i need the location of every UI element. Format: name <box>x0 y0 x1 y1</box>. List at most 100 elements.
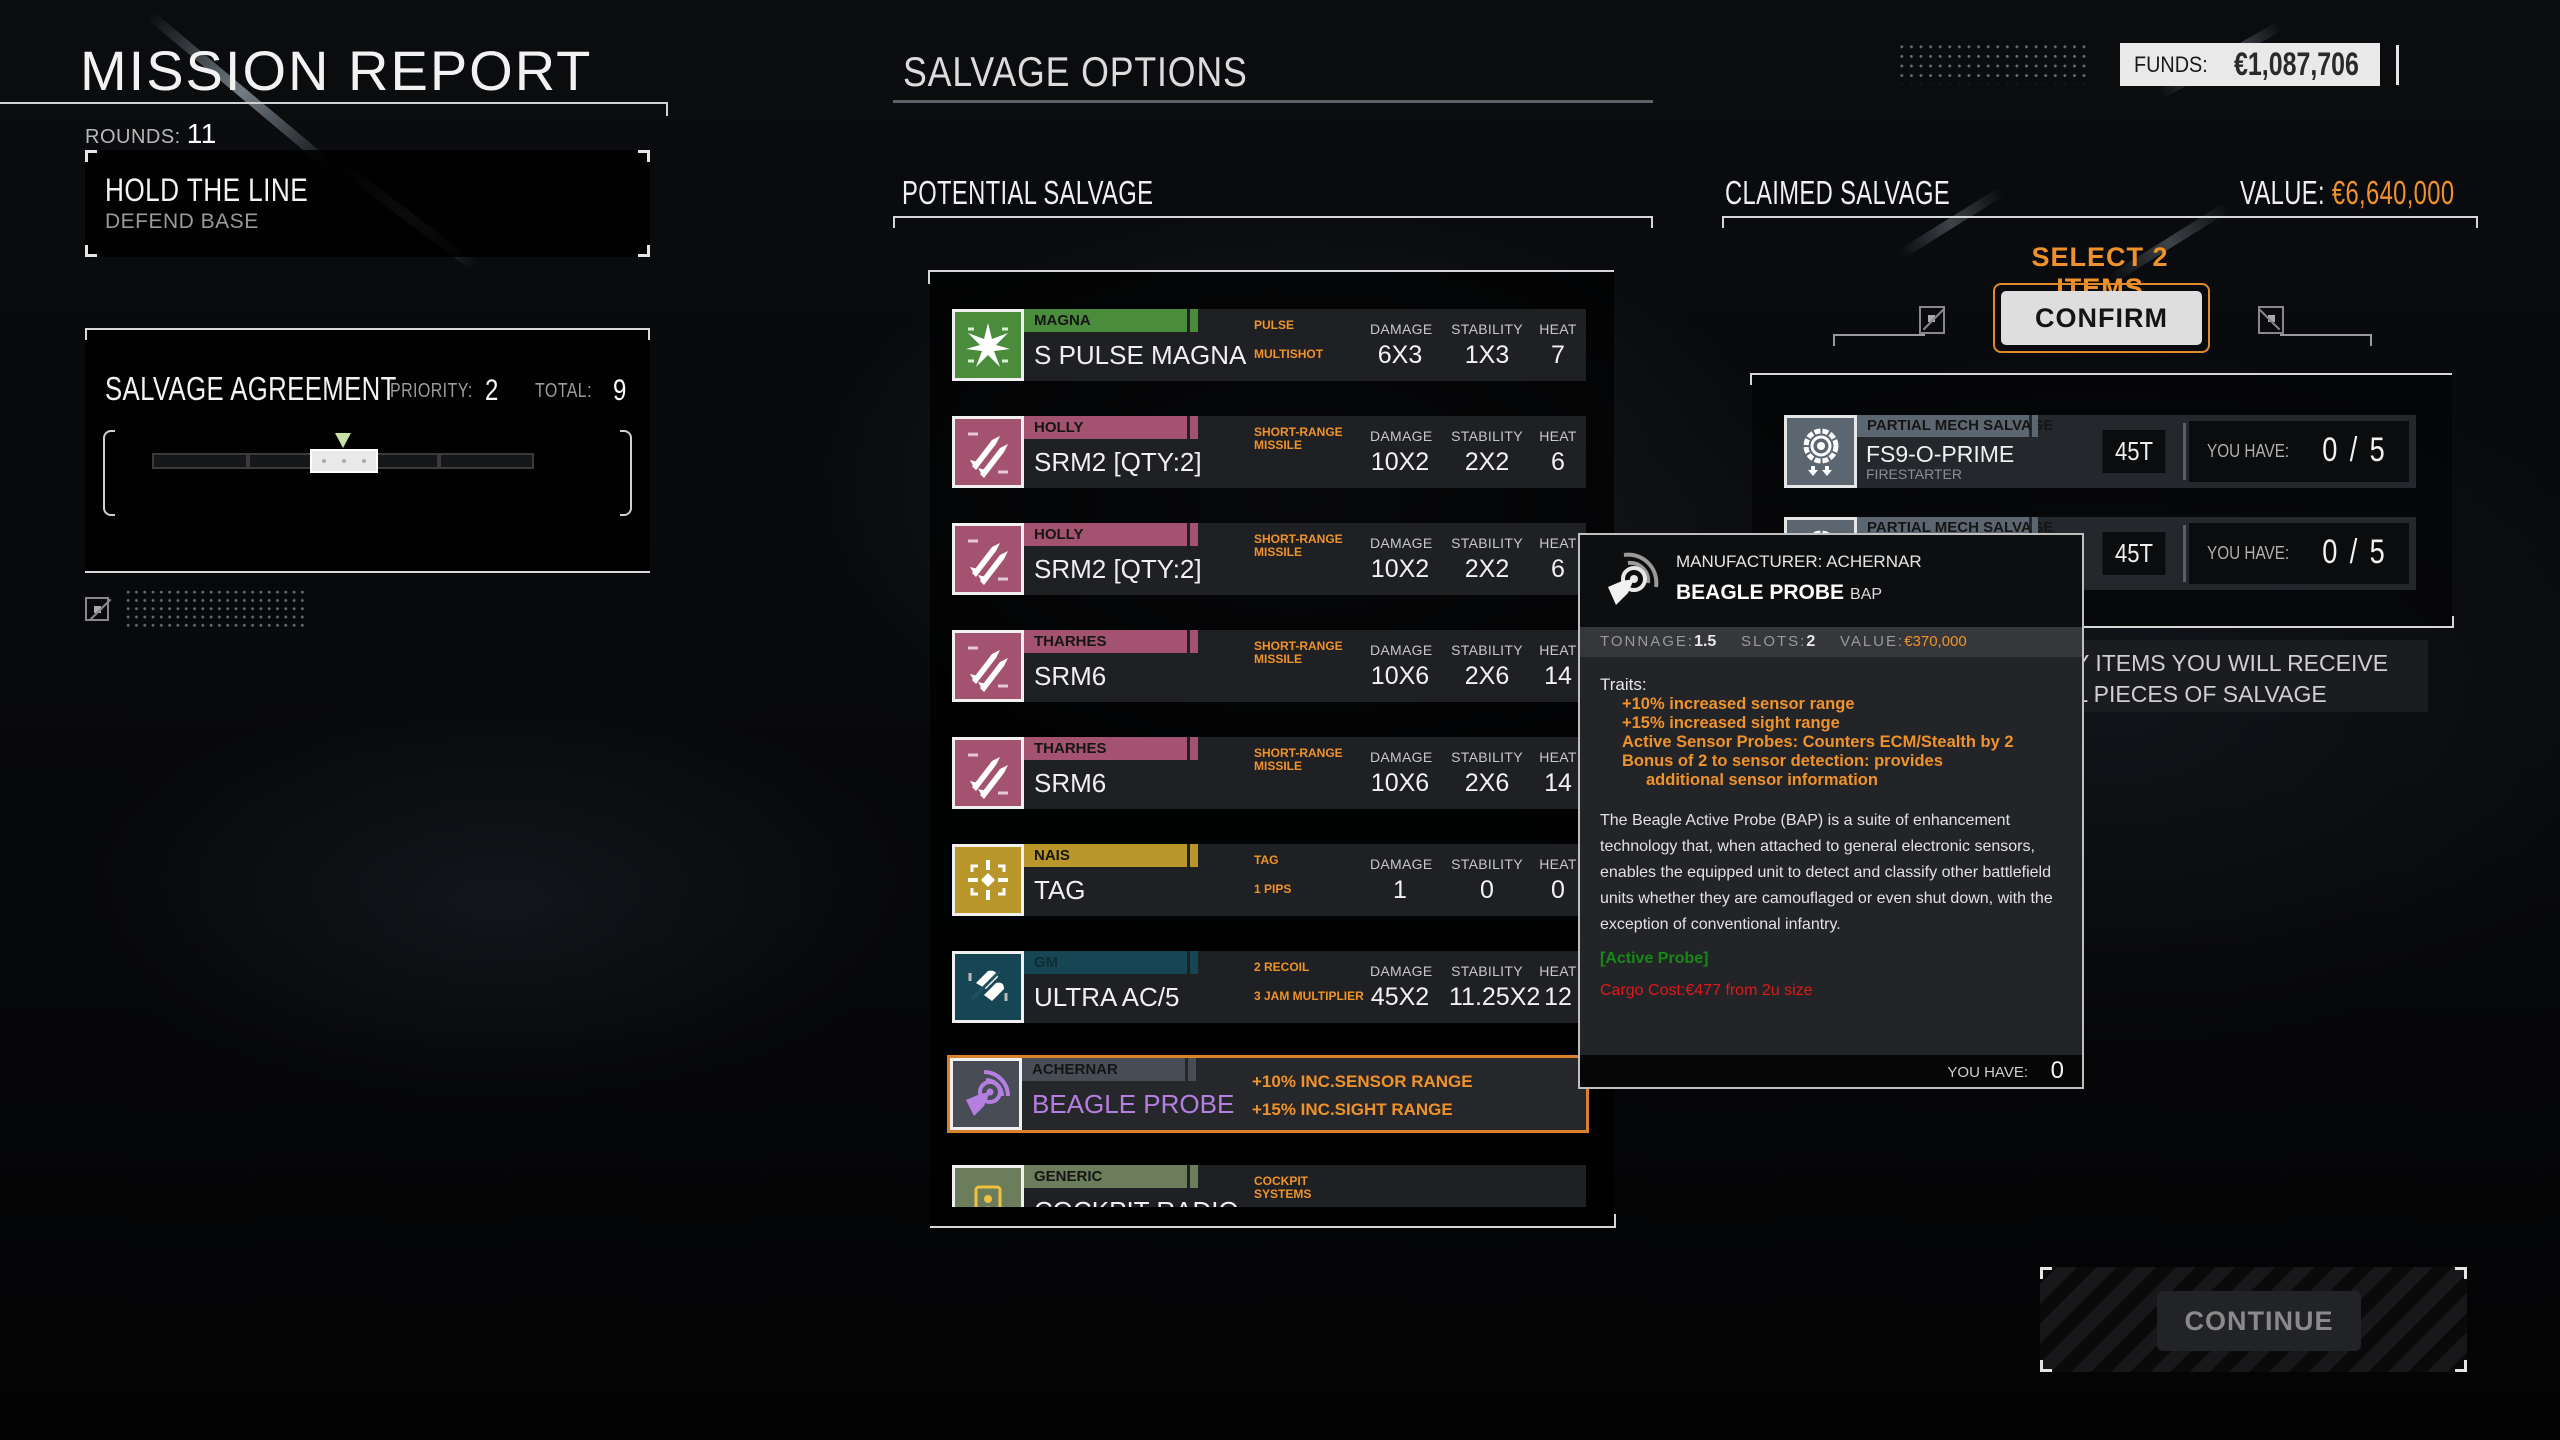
salvage-agreement-title: SALVAGE AGREEMENT <box>105 370 397 407</box>
salvage-item-row[interactable]: THARHES SRM6 SHORT-RANGE MISSILE DAMAGE 10X6… <box>952 630 1586 702</box>
stat-damage: DAMAGE 45X2 <box>1370 963 1433 1011</box>
salvage-item-icon-frame <box>952 630 1024 702</box>
claimed-item-row[interactable]: PARTIAL MECH SALVAGE FS9-O-PRIMEFIRESTART… <box>1784 415 2416 488</box>
salvage-item-manufacturer: HOLLY <box>1024 523 1187 546</box>
missile-icon <box>968 432 1008 478</box>
tooltip-trait: +15% increased sight range <box>1622 714 1840 732</box>
salvage-item-row[interactable]: NAIS TAG TAG 1 PIPS DAMAGE 1 STABILITY 0 HEAT 0 <box>952 844 1586 916</box>
salvage-item-manufacturer: ACHERNAR <box>1022 1058 1185 1081</box>
salvage-item-icon-frame <box>952 737 1024 809</box>
confirm-button-frame: CONFIRM <box>1993 283 2210 353</box>
confirm-side-line-right <box>2280 334 2372 336</box>
salvage-item-tag: TAG <box>1254 853 1279 867</box>
dot-grid-decoration <box>1897 42 2089 84</box>
salvage-item-row[interactable]: THARHES SRM6 SHORT-RANGE MISSILE DAMAGE 10X6… <box>952 737 1586 809</box>
salvage-item-row[interactable]: GENERIC COCKPIT RADIO COCKPIT SYSTEMS <box>952 1165 1586 1207</box>
stat-stability: STABILITY 2X6 <box>1451 749 1523 797</box>
stat-stability: STABILITY 2X2 <box>1451 428 1523 476</box>
potential-salvage-scroll[interactable]: MAGNA S PULSE MAGNA PULSE MULTISHOT DAMAGE 6X… <box>930 272 1614 1207</box>
claimed-item-name: FS9-O-PRIME <box>1866 441 2015 467</box>
continue-button[interactable]: CONTINUE <box>2157 1291 2361 1351</box>
funds-display: FUNDS: €1,087,706 <box>2120 43 2380 86</box>
priority-value: 2 <box>485 374 499 407</box>
stat-damage: DAMAGE 10X6 <box>1370 749 1433 797</box>
active-probe-icon <box>966 1070 1010 1116</box>
tooltip-trait: additional sensor information <box>1646 771 1878 789</box>
salvage-options-divider <box>893 100 1653 103</box>
salvage-item-name: SRM6 <box>1034 661 1107 691</box>
salvage-item-row[interactable]: HOLLY SRM2 [QTY:2] SHORT-RANGE MISSILE DAMA… <box>952 523 1586 595</box>
salvage-item-row[interactable]: MAGNA S PULSE MAGNA PULSE MULTISHOT DAMAGE 6X… <box>952 309 1586 381</box>
salvage-item-trait: +15% INC.SIGHT RANGE <box>1252 1100 1453 1119</box>
potential-salvage-list[interactable]: MAGNA S PULSE MAGNA PULSE MULTISHOT DAMAGE 6X… <box>928 270 1616 1228</box>
corner-decoration-icon <box>85 597 109 621</box>
salvage-info-line-1: TY ITEMS YOU WILL RECEIVE <box>2060 650 2389 676</box>
tooltip-item-name: BEAGLE PROBE <box>1676 581 1845 604</box>
rounds-counter: ROUNDS: 11 <box>85 118 217 150</box>
salvage-item-name: S PULSE MAGNA <box>1034 340 1247 370</box>
salvage-item-row[interactable]: ACHERNAR BEAGLE PROBE +10% INC.SENSOR RANG… <box>947 1055 1589 1133</box>
salvage-item-tag: 3 JAM MULTIPLIER <box>1254 989 1364 1003</box>
salvage-item-manufacturer: THARHES <box>1024 737 1187 760</box>
salvage-item-manufacturer: GENERIC <box>1024 1165 1187 1188</box>
tooltip-manufacturer: ACHERNAR <box>1826 552 1922 571</box>
salvage-options-title: SALVAGE OPTIONS <box>903 48 1248 95</box>
salvage-item-row[interactable]: HOLLY SRM2 [QTY:2] SHORT-RANGE MISSILE DAMA… <box>952 416 1586 488</box>
priority-label: PRIORITY: <box>390 380 473 402</box>
claimed-have-label: YOU HAVE: <box>2207 441 2290 461</box>
salvage-item-tag: COCKPIT SYSTEMS <box>1254 1174 1312 1201</box>
salvage-item-name: TAG <box>1034 875 1086 905</box>
stat-heat: HEAT 6 <box>1539 535 1577 583</box>
salvage-item-name: COCKPIT RADIO <box>1034 1196 1239 1207</box>
autocannon-icon <box>968 969 1008 1001</box>
rounds-value: 11 <box>186 118 217 149</box>
funds-divider <box>2396 45 2399 85</box>
salvage-item-icon-frame <box>952 1165 1024 1207</box>
salvage-item-name: SRM2 [QTY:2] <box>1034 554 1202 584</box>
partial-mech-icon <box>1803 428 1838 476</box>
salvage-slider-handle[interactable] <box>310 449 378 473</box>
claimed-salvage-title: CLAIMED SALVAGE <box>1725 174 1951 211</box>
confirm-button[interactable]: CONFIRM <box>2001 291 2202 345</box>
confirm-side-line-left <box>1833 334 1925 336</box>
salvage-item-tag: SHORT-RANGE MISSILE <box>1254 746 1343 773</box>
potential-salvage-divider <box>893 216 1653 228</box>
claimed-salvage-divider <box>1722 216 2478 228</box>
stat-heat: HEAT 0 <box>1539 856 1577 904</box>
stat-stability: STABILITY 2X6 <box>1451 642 1523 690</box>
salvage-item-tag: 1 PIPS <box>1254 882 1292 896</box>
salvage-item-icon-frame <box>952 309 1024 381</box>
salvage-item-trait: +10% INC.SENSOR RANGE <box>1252 1072 1473 1091</box>
mission-type: DEFEND BASE <box>105 210 259 233</box>
mission-summary: HOLD THE LINE DEFEND BASE <box>85 150 650 257</box>
missile-icon <box>968 646 1008 692</box>
tooltip-trait: Bonus of 2 to sensor detection: provides <box>1622 752 1943 770</box>
claimed-value: VALUE: €6,640,000 <box>2240 174 2454 212</box>
claimed-have-label: YOU HAVE: <box>2207 543 2290 563</box>
claimed-item-tonnage: 45T <box>2102 430 2166 473</box>
stat-damage: DAMAGE 10X2 <box>1370 535 1433 583</box>
tooltip-trait: +10% increased sensor range <box>1622 695 1855 713</box>
stat-damage: DAMAGE 1 <box>1370 856 1433 904</box>
claimed-item-chassis: FIRESTARTER <box>1866 466 1962 482</box>
slider-bracket-left <box>103 430 115 516</box>
tooltip-have-value: 0 <box>2050 1057 2064 1084</box>
slider-bracket-right <box>620 430 632 516</box>
salvage-item-manufacturer: MAGNA <box>1024 309 1187 332</box>
salvage-item-tag: PULSE <box>1254 318 1295 332</box>
target-designator-icon <box>968 860 1008 900</box>
title-divider <box>0 102 668 104</box>
slider-marker-icon <box>335 433 351 448</box>
salvage-item-name: ULTRA AC/5 <box>1034 982 1180 1012</box>
stat-stability: STABILITY 0 <box>1451 856 1523 904</box>
salvage-info-line-2: AL PIECES OF SALVAGE <box>2060 681 2327 707</box>
tooltip-manufacturer-label: MANUFACTURER: <box>1676 552 1823 571</box>
stat-stability: STABILITY 11.25X2 <box>1449 963 1541 1011</box>
salvage-item-manufacturer: THARHES <box>1024 630 1187 653</box>
tooltip-have-label: YOU HAVE: <box>1947 1064 2028 1081</box>
salvage-item-tag: MULTISHOT <box>1254 347 1324 361</box>
salvage-item-row[interactable]: GM ULTRA AC/5 2 RECOIL 3 JAM MULTIPLIER DAMA… <box>952 951 1586 1023</box>
salvage-item-icon-frame <box>952 416 1024 488</box>
tooltip-trait: Active Sensor Probes: Counters ECM/Steal… <box>1622 733 2014 751</box>
stat-damage: DAMAGE 6X3 <box>1370 321 1433 369</box>
